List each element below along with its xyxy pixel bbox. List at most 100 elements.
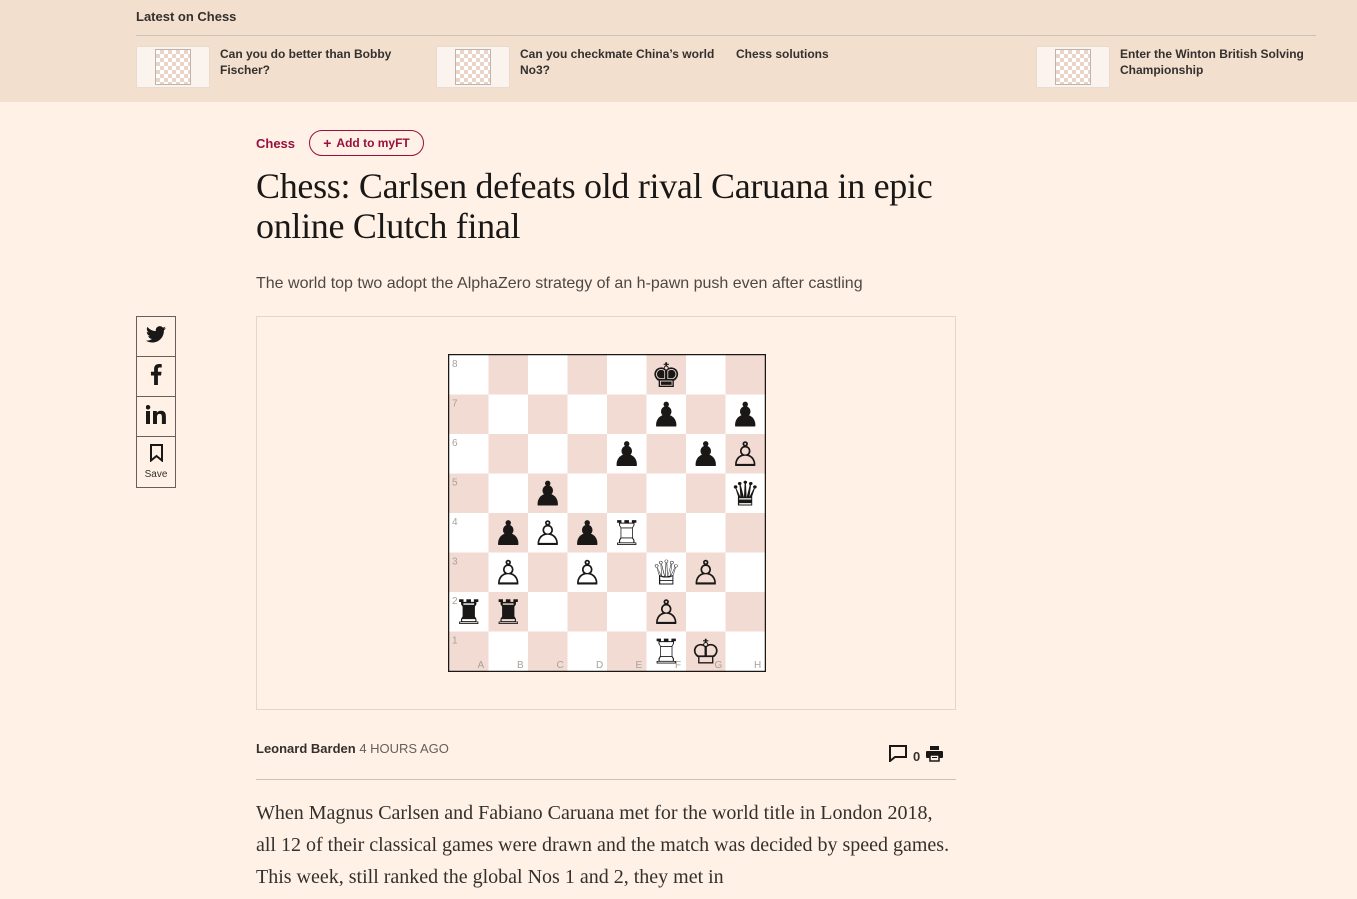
divider [136,35,1316,36]
latest-item-link[interactable]: Can you do better than Bobby Fischer? [220,46,410,78]
board-square [686,394,726,434]
rank-label: 1 [452,636,458,647]
rank-label: 5 [452,478,458,489]
rank-label: 6 [452,438,458,449]
board-square [646,434,686,474]
chess-piece: ♜ [454,593,484,633]
comment-icon[interactable] [889,745,907,767]
board-square [686,473,726,513]
latest-on-topic-bar: Latest on Chess Can you do better than B… [0,0,1357,102]
board-square [607,592,647,632]
chess-piece: ♔ [691,632,721,672]
board-square [488,355,528,395]
board-square [686,355,726,395]
chess-piece: ♟ [691,435,721,475]
chess-piece: ♛ [730,474,760,514]
byline: Leonard Barden 4 HOURS AGO [256,741,449,756]
chessboard-svg: 87654321A B C D E F G H♚♟ ♟♟ ♟ ♙♟ ♛♟ ♙ ♟ ♖♙ ♙ ♕ ♙♜ ♜ ♙♖ ♔ [447,353,767,673]
chess-piece: ♟ [730,395,760,435]
chess-piece: ♟ [651,395,681,435]
chess-piece: ♖ [651,632,681,672]
rank-label: 7 [452,399,458,410]
board-square [528,434,568,474]
article-body-paragraph: When Magnus Carlsen and Fabiano Caruana … [256,802,950,888]
file-label: E [636,660,643,671]
board-square [528,552,568,592]
chess-piece: ♟ [493,514,523,554]
file-label: C [557,660,564,671]
board-square [567,355,607,395]
plus-icon: + [323,135,332,151]
chess-piece: ♕ [651,553,681,593]
file-label: A [478,660,485,671]
board-square [725,592,765,632]
board-square [686,592,726,632]
add-to-myft-button[interactable]: + Add to myFT [309,130,424,156]
board-square [725,513,765,553]
chess-piece: ♚ [651,356,681,396]
board-square [607,473,647,513]
share-linkedin-button[interactable] [137,397,175,437]
board-square [607,355,647,395]
file-label: B [517,660,524,671]
board-square [567,434,607,474]
latest-item-thumbnail[interactable] [436,46,510,88]
latest-item-thumbnail[interactable] [1036,46,1110,88]
board-square [488,394,528,434]
twitter-icon [146,325,166,348]
latest-item-link[interactable]: Can you checkmate China’s world No3? [520,46,720,78]
board-square [528,592,568,632]
chess-piece: ♟ [533,474,563,514]
share-twitter-button[interactable] [137,317,175,357]
board-square [528,394,568,434]
board-square [607,394,647,434]
file-label: H [754,660,761,671]
board-square [528,355,568,395]
chess-piece: ♙ [651,593,681,633]
latest-title: Latest on Chess [136,9,237,24]
article-tools: 0 [889,745,944,767]
board-square [646,473,686,513]
facebook-icon [150,363,162,390]
chess-diagram-figure: 8 7 6 5 4 3 2 1 A B C D E F G H ♚ ♟ ♟ ♟ ♟ ♙ ♟ ♛ ♟ ♙ ♟ ♖ ♙ ♙ ♕ ♙ ♜ ♜ ♙ ♖ ♔ [256,316,956,710]
chess-piece: ♙ [493,553,523,593]
board-square [686,513,726,553]
print-icon[interactable] [926,745,944,767]
share-facebook-button[interactable] [137,357,175,397]
rank-label: 4 [452,517,458,528]
comment-count[interactable]: 0 [913,749,920,764]
board-square [646,513,686,553]
linkedin-icon [145,404,166,429]
chess-piece: ♟ [612,435,642,475]
chess-piece: ♟ [572,514,602,554]
board-square [725,355,765,395]
publish-time: 4 HOURS AGO [359,741,449,756]
latest-item-link[interactable]: Enter the Winton British Solving Champio… [1120,46,1316,78]
chess-piece: ♙ [730,435,760,475]
file-label: D [596,660,603,671]
author-link[interactable]: Leonard Barden [256,741,356,756]
save-label: Save [144,469,168,480]
share-bar: Save [136,316,176,488]
latest-item-thumbnail[interactable] [136,46,210,88]
chess-piece: ♙ [691,553,721,593]
chessboard: 8 7 6 5 4 3 2 1 A B C D E F G H ♚ ♟ ♟ ♟ ♟ ♙ ♟ ♛ ♟ ♙ ♟ ♖ ♙ ♙ ♕ ♙ ♜ ♜ ♙ ♖ ♔ [447,353,767,677]
chess-piece: ♜ [493,593,523,633]
save-article-button[interactable]: Save [137,437,175,487]
add-to-myft-label: Add to myFT [336,136,410,150]
chess-piece: ♙ [533,514,563,554]
board-square [567,592,607,632]
divider [256,779,956,780]
board-square [488,473,528,513]
rank-label: 8 [452,359,458,370]
topic-link[interactable]: Chess [256,136,295,151]
board-square [567,394,607,434]
bookmark-icon [149,444,163,467]
chess-piece: ♖ [612,514,642,554]
board-square [488,434,528,474]
article-standfirst: The world top two adopt the AlphaZero st… [256,275,863,292]
chess-piece: ♙ [572,553,602,593]
board-square [567,473,607,513]
board-square [725,552,765,592]
latest-item-link[interactable]: Chess solutions [736,46,936,62]
